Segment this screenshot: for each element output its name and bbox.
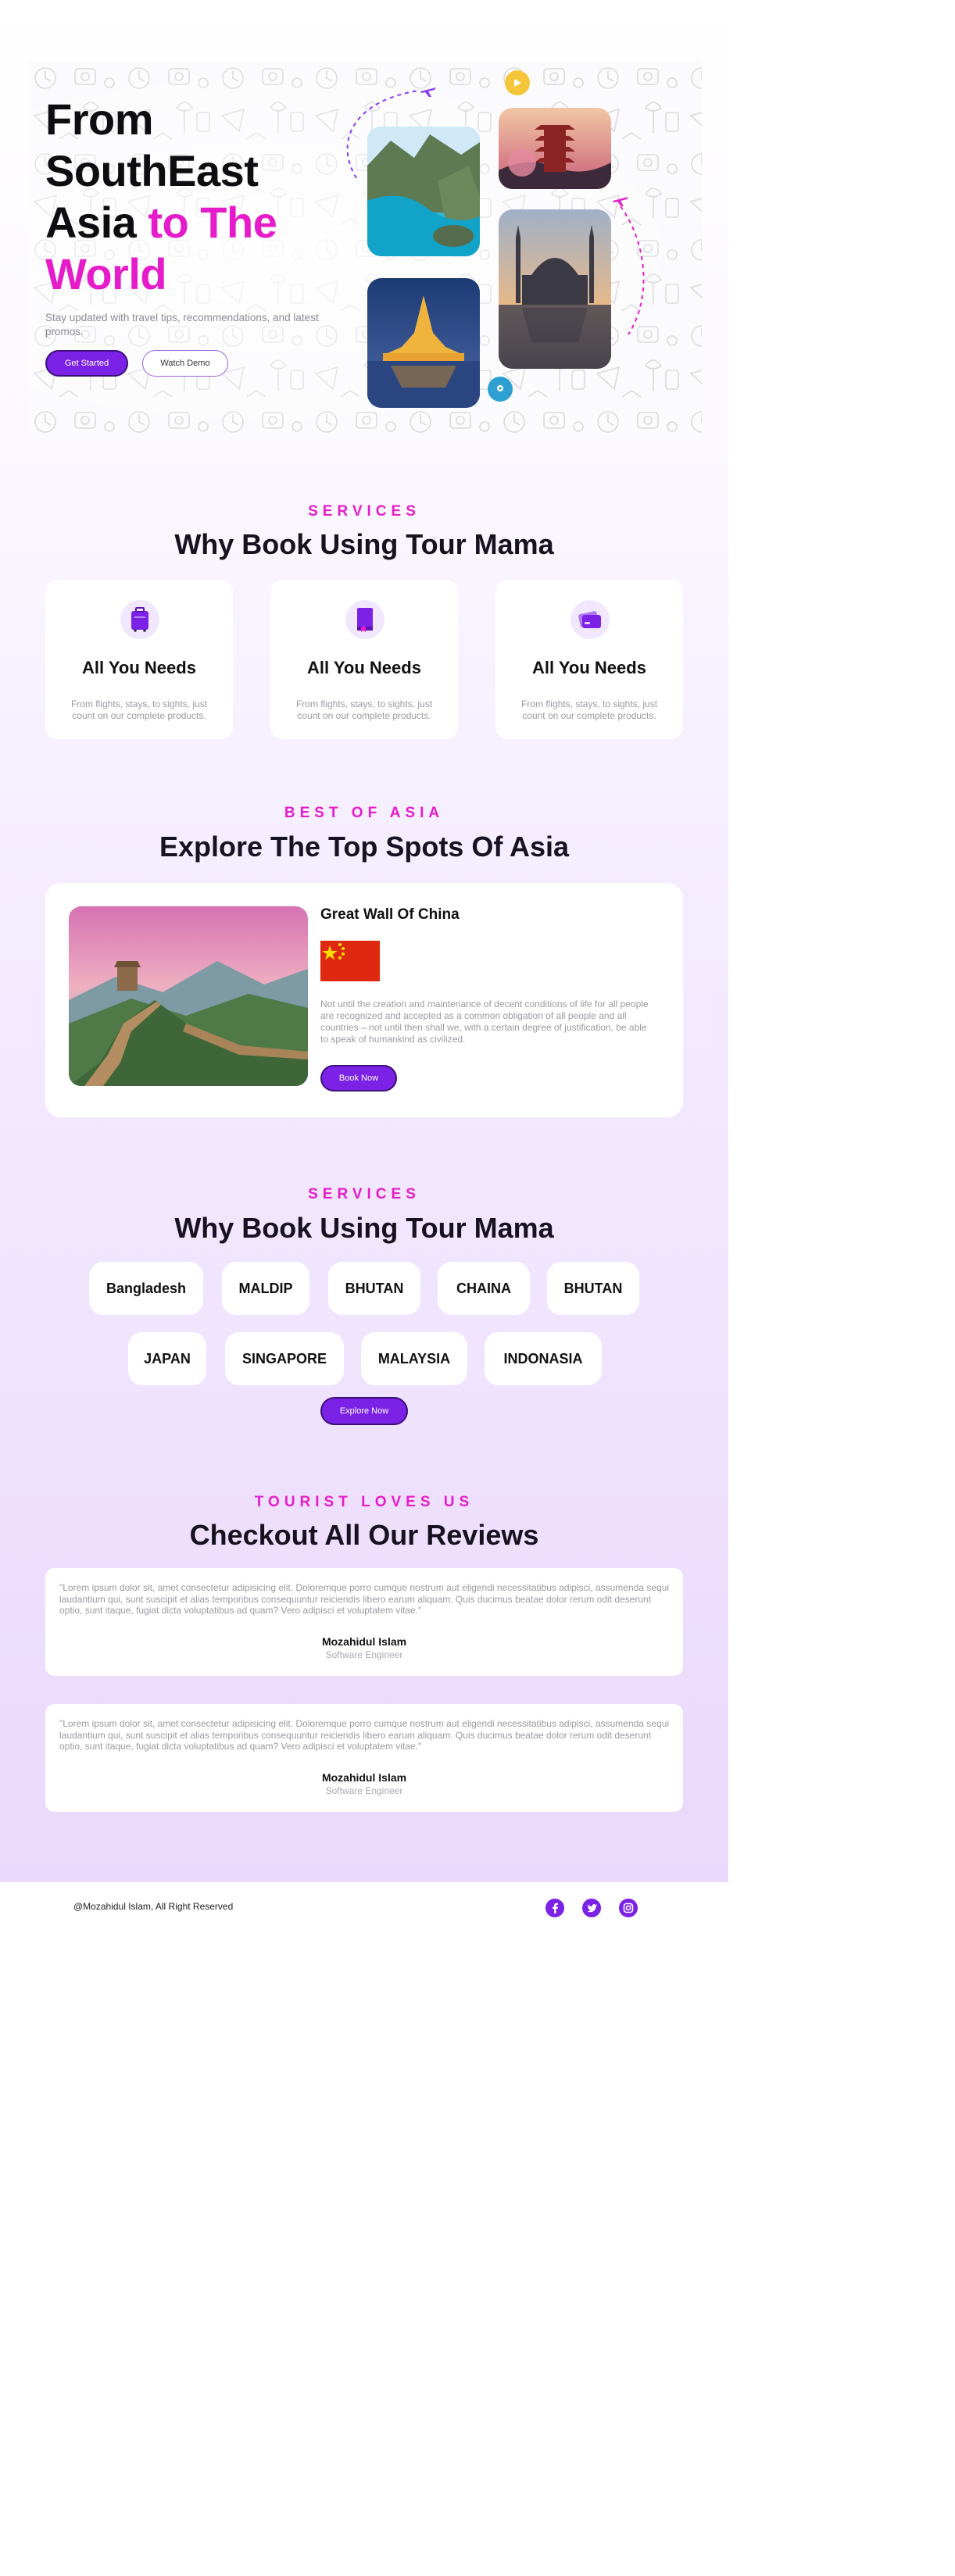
countries-eyebrow: SERVICES — [308, 1186, 420, 1202]
instagram-icon[interactable] — [619, 1899, 638, 1917]
review-text: "Lorem ipsum dolor sit, amet consectetur… — [59, 1582, 669, 1616]
service-card-desc: From flights, stays, to sights, just cou… — [520, 698, 658, 721]
services-title: Why Book Using Tour Mama — [174, 528, 554, 560]
service-card-title: All You Needs — [82, 658, 196, 677]
service-card-desc: From flights, stays, to sights, just cou… — [70, 698, 208, 721]
great-wall-photo — [69, 906, 308, 1086]
location-pin-icon — [505, 70, 530, 95]
photo-istanbul-mosque — [499, 209, 611, 369]
book-now-button[interactable]: Book Now — [320, 1065, 397, 1091]
airplane-icon — [613, 197, 628, 206]
service-card-title: All You Needs — [532, 658, 646, 677]
spot-description: Not until the creation and maintenance o… — [320, 999, 649, 1045]
countries-title: Why Book Using Tour Mama — [174, 1212, 554, 1244]
country-pill-bhutan[interactable]: BHUTAN — [328, 1262, 420, 1315]
country-pill-japan[interactable]: JAPAN — [128, 1332, 206, 1385]
page-background: From SouthEast Asia to The World Stay up… — [0, 0, 728, 1882]
photo-japan-pagoda — [499, 108, 611, 189]
country-pill-bhutan[interactable]: BHUTAN — [547, 1262, 639, 1315]
reviewer-role: Software Engineer — [325, 1649, 403, 1660]
spots-title: Explore The Top Spots Of Asia — [159, 831, 570, 863]
reviewer-role: Software Engineer — [325, 1785, 403, 1796]
hero-section: From SouthEast Asia to The World Stay up… — [28, 61, 702, 438]
photo-thai-temple — [367, 278, 480, 408]
reviewer-name: Mozahidul Islam — [321, 1771, 407, 1784]
review-card: "Lorem ipsum dolor sit, amet consectetur… — [45, 1704, 683, 1812]
photo-island-cove — [367, 127, 480, 256]
country-pill-singapore[interactable]: SINGAPORE — [225, 1332, 344, 1385]
footer: @Mozahidul Islam, All Right Reserved — [0, 1882, 728, 1934]
spot-card: Great Wall Of China Not until the creati… — [45, 883, 683, 1117]
luggage-icon — [120, 600, 159, 639]
country-pill-chaina[interactable]: CHAINA — [438, 1262, 530, 1315]
footer-copyright: @Mozahidul Islam, All Right Reserved — [73, 1901, 234, 1912]
facebook-icon[interactable] — [545, 1899, 564, 1917]
twitter-icon[interactable] — [582, 1899, 601, 1917]
service-card-title: All You Needs — [307, 658, 421, 677]
china-flag-icon — [320, 941, 380, 981]
guide-book-icon — [345, 600, 385, 639]
credit-card-icon — [570, 600, 610, 639]
service-card-desc: From flights, stays, to sights, just cou… — [295, 698, 433, 721]
country-pill-indonasia[interactable]: INDONASIA — [485, 1332, 602, 1385]
service-card: All You Needs From flights, stays, to si… — [495, 580, 683, 739]
country-pill-maldip[interactable]: MALDIP — [222, 1262, 309, 1315]
review-card: "Lorem ipsum dolor sit, amet consectetur… — [45, 1568, 683, 1676]
services-eyebrow: SERVICES — [308, 503, 420, 520]
service-card: All You Needs From flights, stays, to si… — [270, 580, 458, 739]
country-pill-bangladesh[interactable]: Bangladesh — [89, 1262, 203, 1315]
map-marker-icon — [488, 377, 513, 402]
review-text: "Lorem ipsum dolor sit, amet consectetur… — [59, 1718, 669, 1752]
explore-now-button[interactable]: Explore Now — [320, 1397, 408, 1425]
spots-eyebrow: BEST OF ASIA — [284, 805, 445, 821]
airplane-icon — [420, 88, 436, 97]
reviews-eyebrow: TOURIST LOVES US — [254, 1494, 474, 1510]
reviewer-name: Mozahidul Islam — [321, 1635, 407, 1648]
country-pill-malaysia[interactable]: MALAYSIA — [361, 1332, 467, 1385]
reviews-title: Checkout All Our Reviews — [189, 1519, 539, 1551]
spot-title: Great Wall Of China — [320, 906, 460, 923]
service-card: All You Needs From flights, stays, to si… — [45, 580, 233, 739]
